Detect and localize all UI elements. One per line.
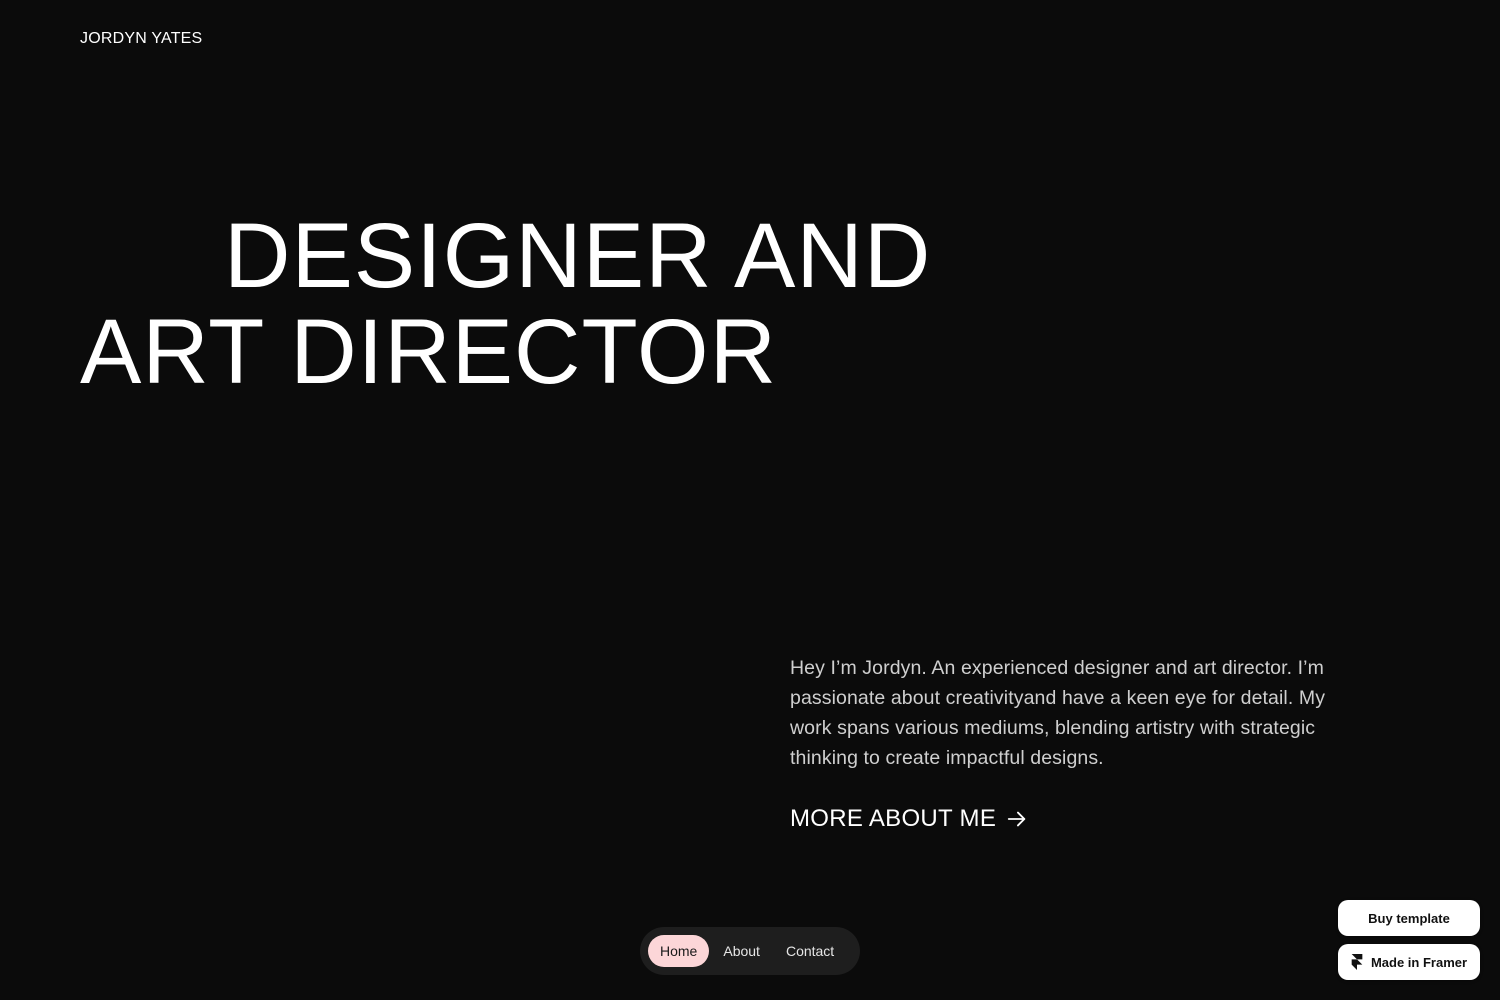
bottom-nav: Home About Contact [640, 927, 860, 975]
more-about-me-link[interactable]: MORE ABOUT ME [790, 803, 1028, 835]
buy-template-button[interactable]: Buy template [1338, 900, 1480, 936]
more-about-me-label: MORE ABOUT ME [790, 805, 997, 832]
nav-item-about[interactable]: About [711, 935, 772, 967]
intro-bio: Hey I’m Jordyn. An experienced designer … [790, 657, 1326, 769]
made-in-framer-button[interactable]: Made in Framer [1338, 944, 1480, 980]
nav-item-home[interactable]: Home [648, 935, 710, 967]
framer-logo-icon [1351, 954, 1363, 970]
hero-line-1: DESIGNER AND [224, 205, 932, 307]
made-in-framer-label: Made in Framer [1370, 954, 1468, 970]
brand-logo-link[interactable]: JORDYN YATES [80, 29, 202, 49]
nav-item-contact[interactable]: Contact [774, 935, 846, 967]
hero-line-2: ART DIRECTOR [80, 301, 778, 403]
arrow-right-icon [1007, 811, 1026, 827]
hero-heading: DESIGNER AND ART DIRECTOR [80, 208, 931, 400]
